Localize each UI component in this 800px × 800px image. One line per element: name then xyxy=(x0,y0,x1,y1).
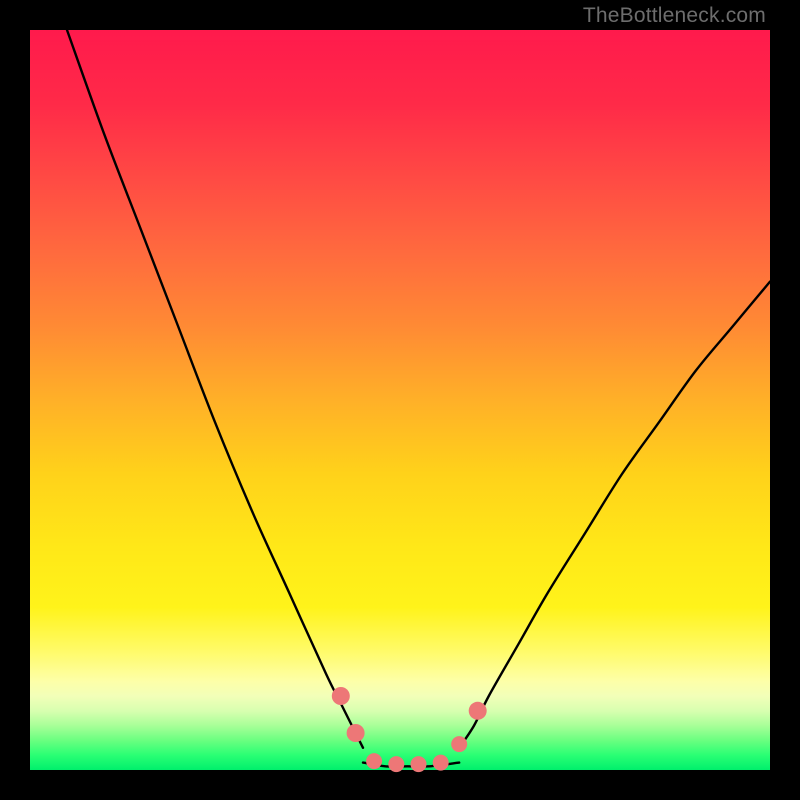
curve-left-curve xyxy=(67,30,363,748)
curve-right-curve xyxy=(459,282,770,748)
marker-floor-4 xyxy=(433,755,449,771)
marker-left-upper xyxy=(332,687,350,705)
marker-floor-1 xyxy=(366,753,382,769)
marker-left-lower xyxy=(347,724,365,742)
marker-floor-2 xyxy=(388,756,404,772)
chart-svg xyxy=(0,0,800,800)
marker-right-upper xyxy=(469,702,487,720)
marker-right-lower xyxy=(451,736,467,752)
marker-floor-3 xyxy=(411,756,427,772)
